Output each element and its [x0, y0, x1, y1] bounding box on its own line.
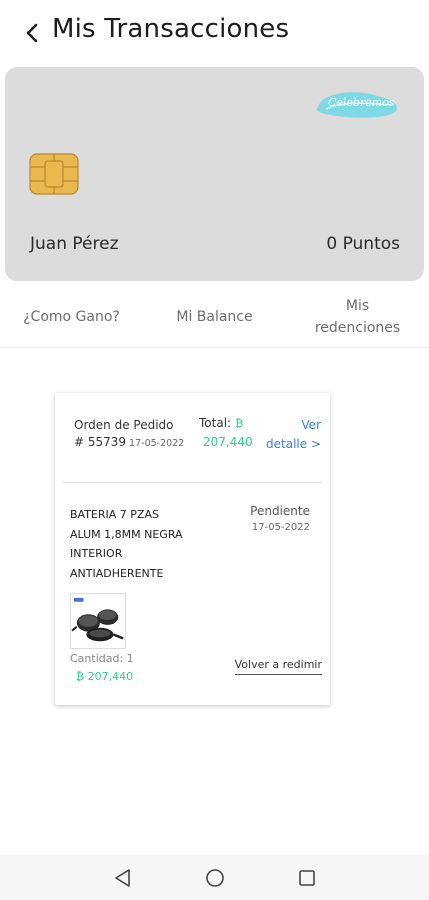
- tab-como-gano[interactable]: ¿Como Gano?: [0, 286, 143, 348]
- nav-home-icon[interactable]: [202, 865, 228, 891]
- price: ₿ 207,440: [76, 670, 133, 683]
- svg-text:Celebremos: Celebremos: [328, 96, 395, 109]
- tab-mis-redenciones[interactable]: Mis redenciones: [286, 286, 429, 348]
- product-name: BATERIA 7 PZAS ALUM 1,8MM NEGRA INTERIOR…: [70, 508, 183, 580]
- divider: [63, 482, 322, 483]
- chevron-left-icon[interactable]: [20, 20, 46, 46]
- nav-recents-icon[interactable]: [294, 865, 320, 891]
- order-label: Orden de Pedido: [74, 418, 174, 432]
- coin-icon: ₿: [235, 417, 244, 430]
- app-header: Mis Transacciones: [0, 0, 429, 66]
- tab-bar: ¿Como Gano? Mi Balance Mis redenciones: [0, 286, 429, 348]
- card-holder-name: Juan Pérez: [30, 234, 119, 254]
- order-card: Orden de Pedido # 55739 17-05-2022 Total:…: [55, 393, 330, 705]
- celebremos-logo: Celebremos: [317, 92, 397, 118]
- order-number-value: # 55739: [74, 435, 127, 449]
- card-points: 0 Puntos: [326, 234, 400, 254]
- nav-back-icon[interactable]: [110, 865, 136, 891]
- page-title: Mis Transacciones: [52, 14, 290, 44]
- system-nav-bar: [0, 855, 429, 900]
- card-chip-icon: [29, 153, 79, 195]
- order-date: 17-05-2022: [129, 438, 185, 449]
- tab-mi-balance[interactable]: Mi Balance: [143, 286, 286, 348]
- loyalty-card: Celebremos Juan Pérez 0 Puntos: [5, 67, 424, 281]
- total-value: 207,440: [203, 435, 253, 449]
- redeem-again-button[interactable]: Volver a redimir: [234, 658, 322, 675]
- order-status: Pendiente: [250, 504, 310, 518]
- order-number: # 55739 17-05-2022: [74, 435, 184, 449]
- price-value: 207,440: [87, 670, 134, 683]
- quantity: Cantidad: 1: [70, 652, 134, 665]
- total-label-text: Total:: [199, 416, 232, 430]
- view-detail-link[interactable]: Ver detalle >: [261, 416, 321, 454]
- status-date: 17-05-2022: [251, 522, 310, 533]
- product-thumbnail: [70, 593, 126, 649]
- total-label: Total: ₿: [199, 416, 243, 430]
- coin-icon: ₿: [76, 670, 85, 683]
